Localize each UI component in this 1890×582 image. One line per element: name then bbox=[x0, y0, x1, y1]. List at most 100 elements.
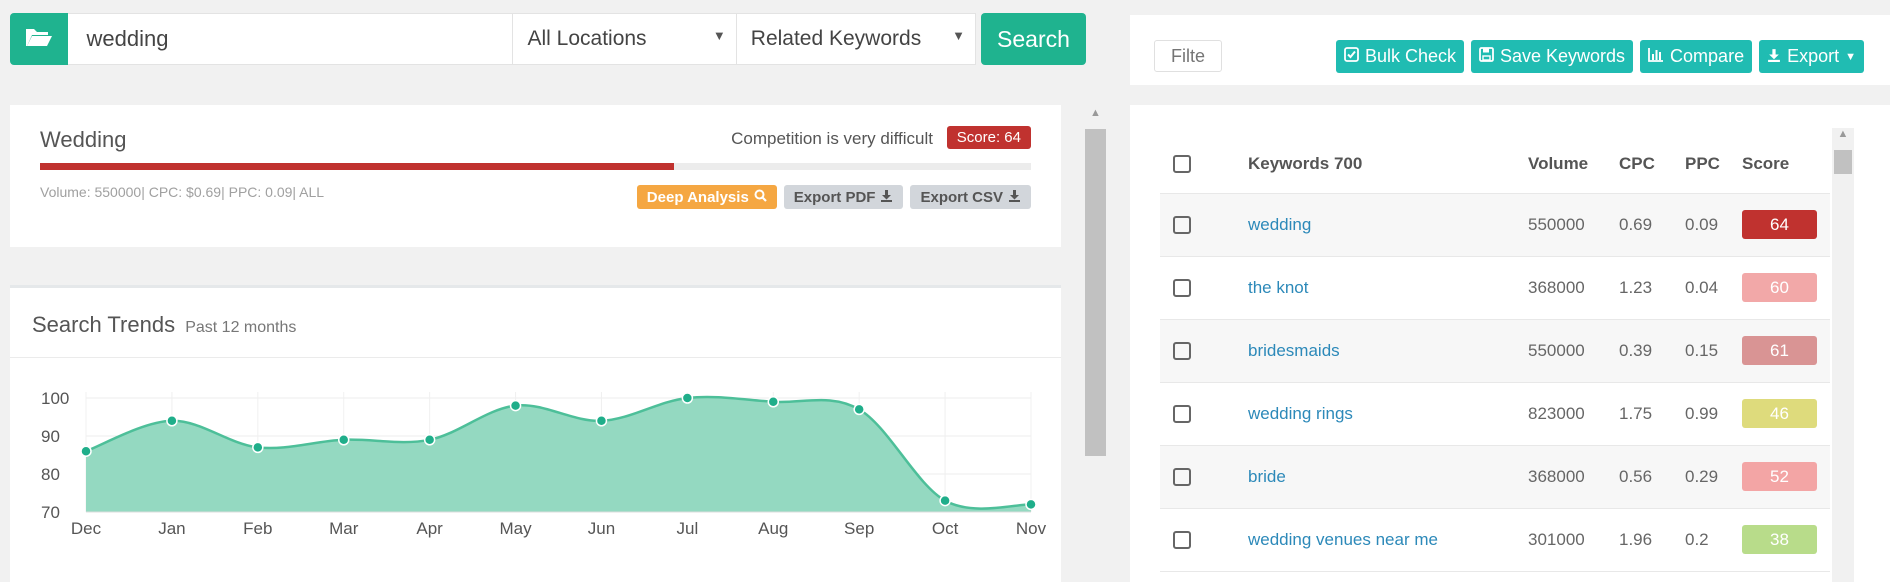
table-row: the knot 368000 1.23 0.04 60 bbox=[1160, 256, 1830, 320]
download-icon bbox=[1008, 189, 1021, 206]
volume-cell: 823000 bbox=[1528, 382, 1619, 446]
score-cell: 61 bbox=[1742, 319, 1830, 383]
ppc-cell: 0.15 bbox=[1685, 319, 1742, 383]
keyword-meta: Volume: 550000| CPC: $0.69| PPC: 0.09| A… bbox=[40, 184, 325, 200]
cpc-cell: 1.23 bbox=[1619, 256, 1685, 320]
download-icon bbox=[880, 189, 893, 206]
keyword-link[interactable]: bride bbox=[1248, 467, 1286, 486]
save-keywords-label: Save Keywords bbox=[1499, 46, 1626, 66]
score-pill: 64 bbox=[1742, 210, 1817, 239]
bulk-check-button[interactable]: Bulk Check bbox=[1335, 40, 1464, 73]
export-pdf-button[interactable]: Export PDF bbox=[783, 185, 904, 209]
save-keywords-button[interactable]: Save Keywords bbox=[1470, 40, 1634, 73]
cpc-column-header[interactable]: CPC bbox=[1619, 135, 1685, 194]
search-button[interactable]: Search bbox=[980, 13, 1087, 65]
x-tick-label: Aug bbox=[758, 519, 788, 538]
x-tick-label: Nov bbox=[1016, 519, 1047, 538]
keyword-link[interactable]: wedding venues near me bbox=[1248, 530, 1438, 549]
y-tick-label: 80 bbox=[41, 465, 60, 484]
trend-point bbox=[767, 396, 780, 408]
caret-down-icon: ▼ bbox=[1845, 50, 1856, 63]
keyword-cell: wedding bbox=[1248, 193, 1528, 257]
compare-label: Compare bbox=[1670, 46, 1745, 66]
keywords-column-header[interactable]: Keywords 700 bbox=[1248, 135, 1528, 194]
keyword-search-input[interactable] bbox=[68, 13, 514, 65]
keyword-cell: wedding venues near me bbox=[1248, 508, 1528, 572]
keyword-link[interactable]: wedding rings bbox=[1248, 404, 1353, 423]
location-select-value: All Locations bbox=[527, 27, 647, 50]
score-pill: 60 bbox=[1742, 273, 1817, 302]
filter-input[interactable] bbox=[1154, 40, 1222, 72]
keyword-mode-select[interactable]: Related Keywords ▼ bbox=[736, 13, 976, 65]
cpc-cell: 1.96 bbox=[1619, 508, 1685, 572]
export-dropdown-button[interactable]: Export ▼ bbox=[1759, 40, 1864, 73]
select-all-checkbox[interactable] bbox=[1173, 155, 1191, 174]
left-panel-scrollbar[interactable]: ▲ bbox=[1085, 107, 1106, 582]
trend-point bbox=[252, 441, 264, 454]
scroll-up-arrow-icon[interactable]: ▲ bbox=[1085, 107, 1106, 119]
deep-analysis-button[interactable]: Deep Analysis bbox=[636, 185, 777, 209]
x-tick-label: May bbox=[499, 519, 532, 538]
x-tick-label: Jul bbox=[676, 519, 698, 538]
volume-column-header[interactable]: Volume bbox=[1528, 135, 1619, 194]
keyword-link[interactable]: wedding bbox=[1248, 215, 1311, 234]
trend-point bbox=[166, 415, 178, 427]
trend-point bbox=[337, 434, 350, 446]
row-checkbox[interactable] bbox=[1173, 216, 1191, 235]
trend-point bbox=[939, 494, 951, 507]
keyword-mode-select-value: Related Keywords bbox=[750, 27, 922, 50]
summary-actions: Deep Analysis Export PDF Export CSV bbox=[636, 185, 1031, 209]
trend-point bbox=[1025, 498, 1037, 511]
row-checkbox-cell bbox=[1160, 382, 1248, 446]
search-icon bbox=[754, 189, 767, 206]
score-badge: Score: 64 bbox=[946, 126, 1031, 149]
x-tick-label: Apr bbox=[416, 519, 443, 538]
table-row: bride 368000 0.56 0.29 52 bbox=[1160, 445, 1830, 509]
cpc-cell: 0.69 bbox=[1619, 193, 1685, 257]
keyword-link[interactable]: the knot bbox=[1248, 278, 1309, 297]
score-cell: 46 bbox=[1742, 382, 1830, 446]
export-csv-button[interactable]: Export CSV bbox=[910, 185, 1031, 209]
score-pill: 61 bbox=[1742, 336, 1817, 365]
export-label: Export bbox=[1787, 46, 1840, 66]
scrollbar-thumb[interactable] bbox=[1085, 129, 1106, 456]
row-checkbox[interactable] bbox=[1173, 279, 1191, 298]
open-folder-button[interactable] bbox=[10, 13, 69, 65]
trend-point bbox=[509, 399, 522, 412]
x-tick-label: Jun bbox=[588, 519, 615, 538]
volume-cell: 368000 bbox=[1528, 256, 1619, 320]
row-checkbox[interactable] bbox=[1173, 405, 1191, 424]
x-tick-label: Oct bbox=[932, 519, 959, 538]
row-checkbox[interactable] bbox=[1173, 531, 1191, 550]
keyword-cell: the knot bbox=[1248, 256, 1528, 320]
bar-chart-icon bbox=[1648, 46, 1664, 67]
search-trends-card: Search Trends Past 12 months 70 80 90 100 De… bbox=[10, 285, 1061, 582]
keywords-table: Keywords 700 Volume CPC PPC Score weddin… bbox=[1160, 135, 1830, 572]
ppc-column-header[interactable]: PPC bbox=[1685, 135, 1742, 194]
keyword-link[interactable]: bridesmaids bbox=[1248, 341, 1340, 360]
location-select[interactable]: All Locations ▼ bbox=[513, 13, 737, 65]
caret-down-icon: ▼ bbox=[952, 28, 965, 43]
row-checkbox[interactable] bbox=[1173, 342, 1191, 361]
x-tick-label: Dec bbox=[71, 519, 102, 538]
keyword-cell: bride bbox=[1248, 445, 1528, 509]
trend-point bbox=[595, 415, 608, 427]
table-row: bridesmaids 550000 0.39 0.15 61 bbox=[1160, 319, 1830, 383]
score-cell: 38 bbox=[1742, 508, 1830, 572]
export-pdf-label: Export PDF bbox=[793, 188, 876, 206]
score-column-header[interactable]: Score bbox=[1742, 135, 1830, 194]
cpc-cell: 0.56 bbox=[1619, 445, 1685, 509]
deep-analysis-label: Deep Analysis bbox=[646, 188, 749, 206]
compare-button[interactable]: Compare bbox=[1640, 40, 1753, 73]
scroll-up-arrow-icon[interactable]: ▲ bbox=[1832, 128, 1854, 140]
keyword-cell: bridesmaids bbox=[1248, 319, 1528, 383]
table-row: wedding venues near me 301000 1.96 0.2 3… bbox=[1160, 508, 1830, 572]
competition-text: Competition is very difficult bbox=[731, 129, 933, 148]
row-checkbox[interactable] bbox=[1173, 468, 1191, 487]
keyword-cell: wedding rings bbox=[1248, 382, 1528, 446]
score-pill: 46 bbox=[1742, 399, 1817, 428]
save-icon bbox=[1479, 46, 1494, 67]
table-scrollbar[interactable]: ▲ bbox=[1832, 128, 1854, 582]
score-cell: 60 bbox=[1742, 256, 1830, 320]
scrollbar-thumb[interactable] bbox=[1834, 150, 1852, 174]
